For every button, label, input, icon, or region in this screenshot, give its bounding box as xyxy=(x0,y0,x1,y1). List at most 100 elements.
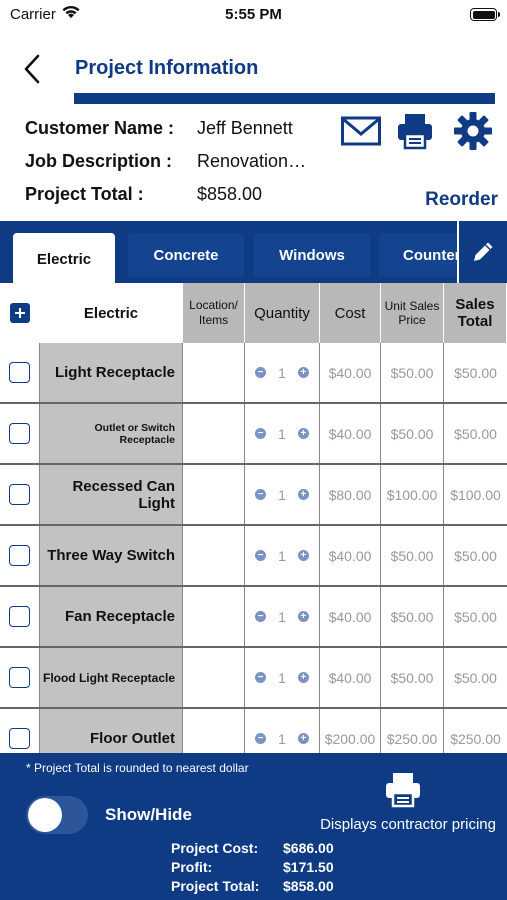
show-hide-label: Show/Hide xyxy=(105,805,192,824)
sales-total-cell: $50.00 xyxy=(454,547,497,564)
location-cell[interactable] xyxy=(183,343,245,402)
quantity-value: 1 xyxy=(278,425,286,442)
print-icon[interactable] xyxy=(397,112,433,150)
location-header: Location/ Items xyxy=(183,283,245,343)
totals-footer: * Project Total is rounded to nearest do… xyxy=(0,753,507,900)
item-name: Light Receptacle xyxy=(40,343,183,402)
sales-total-cell: $50.00 xyxy=(454,425,497,442)
unit-price-cell: $250.00 xyxy=(381,709,444,753)
item-name: Floor Outlet xyxy=(40,709,183,753)
back-chevron-icon[interactable] xyxy=(18,52,48,86)
customer-name-value: Jeff Bennett xyxy=(197,118,293,138)
quantity-stepper: −1 + xyxy=(245,343,320,402)
cost-cell: $40.00 xyxy=(320,343,381,402)
item-name: Flood Light Receptacle xyxy=(40,648,183,707)
table-row: Flood Light Receptacle −1 + $40.00 $50.00 $50… xyxy=(0,648,507,709)
quantity-stepper: −1 + xyxy=(245,709,320,753)
job-description-label: Job Description : xyxy=(25,151,173,171)
project-total-value: $858.00 xyxy=(197,184,263,204)
cost-cell: $40.00 xyxy=(320,587,381,646)
add-item-cell[interactable] xyxy=(0,283,40,343)
sales-total-cell: $250.00 xyxy=(450,730,501,747)
pencil-icon xyxy=(474,242,493,261)
decrement-icon[interactable]: − xyxy=(255,672,267,683)
increment-icon[interactable]: + xyxy=(297,672,309,683)
row-checkbox-cell xyxy=(0,343,40,402)
increment-icon[interactable]: + xyxy=(297,367,309,378)
unit-price-cell: $50.00 xyxy=(381,343,444,402)
item-name: Three Way Switch xyxy=(40,526,183,585)
row-checkbox[interactable] xyxy=(9,606,30,627)
cost-cell: $200.00 xyxy=(320,709,381,753)
settings-gear-icon[interactable] xyxy=(453,111,493,151)
contractor-print-icon[interactable] xyxy=(385,772,421,808)
unit-price-cell: $50.00 xyxy=(381,648,444,707)
page-title: Project Information xyxy=(75,57,259,79)
cost-cell: $40.00 xyxy=(320,526,381,585)
cost-cell: $80.00 xyxy=(320,465,381,524)
quantity-value: 1 xyxy=(278,486,286,503)
show-hide-toggle[interactable] xyxy=(26,796,88,834)
location-cell[interactable] xyxy=(183,526,245,585)
contractor-pricing-label: Displays contractor pricing xyxy=(320,816,496,833)
project-cost-label: Project Cost: xyxy=(171,840,259,856)
decrement-icon[interactable]: − xyxy=(255,428,267,439)
decrement-icon[interactable]: − xyxy=(255,550,267,561)
row-checkbox[interactable] xyxy=(9,423,30,444)
location-cell[interactable] xyxy=(183,465,245,524)
table-row: Fan Receptacle −1 + $40.00 $50.00 $50.00 xyxy=(0,587,507,648)
rounding-note: * Project Total is rounded to nearest do… xyxy=(26,761,249,775)
project-total-label: Project Total : xyxy=(25,184,144,204)
quantity-value: 1 xyxy=(278,364,286,381)
decrement-icon[interactable]: − xyxy=(255,367,267,378)
reorder-button[interactable]: Reorder xyxy=(425,189,498,211)
row-checkbox[interactable] xyxy=(9,362,30,383)
row-checkbox[interactable] xyxy=(9,728,30,749)
add-square-icon[interactable] xyxy=(9,303,30,323)
increment-icon[interactable]: + xyxy=(297,550,309,561)
location-cell[interactable] xyxy=(183,587,245,646)
tab-windows[interactable]: Windows xyxy=(254,233,370,277)
edit-tabs-button[interactable] xyxy=(457,221,507,283)
project-cost-value: $686.00 xyxy=(283,840,334,856)
status-bar: Carrier 5:55 PM xyxy=(0,0,507,28)
row-checkbox-cell xyxy=(0,709,40,753)
row-checkbox[interactable] xyxy=(9,484,30,505)
row-checkbox[interactable] xyxy=(9,667,30,688)
unit-price-cell: $50.00 xyxy=(381,404,444,463)
tab-concrete[interactable]: Concrete xyxy=(128,233,244,277)
sales-total-cell: $50.00 xyxy=(454,364,497,381)
quantity-stepper: −1 + xyxy=(245,404,320,463)
location-cell[interactable] xyxy=(183,648,245,707)
unit-price-cell: $50.00 xyxy=(381,526,444,585)
row-checkbox-cell xyxy=(0,587,40,646)
decrement-icon[interactable]: − xyxy=(255,489,267,500)
row-checkbox-cell xyxy=(0,465,40,524)
mail-icon[interactable] xyxy=(341,116,381,146)
tab-electric[interactable]: Electric xyxy=(13,233,115,283)
row-checkbox[interactable] xyxy=(9,545,30,566)
increment-icon[interactable]: + xyxy=(297,733,309,744)
table-row: Three Way Switch −1 + $40.00 $50.00 $50.00 xyxy=(0,526,507,587)
item-name: Recessed Can Light xyxy=(40,465,183,524)
table-row: Outlet or Switch Receptacle −1 + $40.00 $50.… xyxy=(0,404,507,465)
quantity-stepper: −1 + xyxy=(245,526,320,585)
table-row: Floor Outlet −1 + $200.00 $250.00 $250.00 xyxy=(0,709,507,753)
sales-total-cell: $100.00 xyxy=(450,486,501,503)
battery-icon xyxy=(470,8,500,21)
increment-icon[interactable]: + xyxy=(297,428,309,439)
cost-header: Cost xyxy=(320,283,381,343)
decrement-icon[interactable]: − xyxy=(255,733,267,744)
unit-price-header: Unit Sales Price xyxy=(381,283,444,343)
quantity-value: 1 xyxy=(278,669,286,686)
row-checkbox-cell xyxy=(0,648,40,707)
job-description-value: Renovation… xyxy=(197,151,307,171)
increment-icon[interactable]: + xyxy=(297,611,309,622)
quantity-value: 1 xyxy=(278,608,286,625)
location-cell[interactable] xyxy=(183,404,245,463)
increment-icon[interactable]: + xyxy=(297,489,309,500)
item-name: Outlet or Switch Receptacle xyxy=(40,404,183,463)
cost-cell: $40.00 xyxy=(320,648,381,707)
decrement-icon[interactable]: − xyxy=(255,611,267,622)
location-cell[interactable] xyxy=(183,709,245,753)
